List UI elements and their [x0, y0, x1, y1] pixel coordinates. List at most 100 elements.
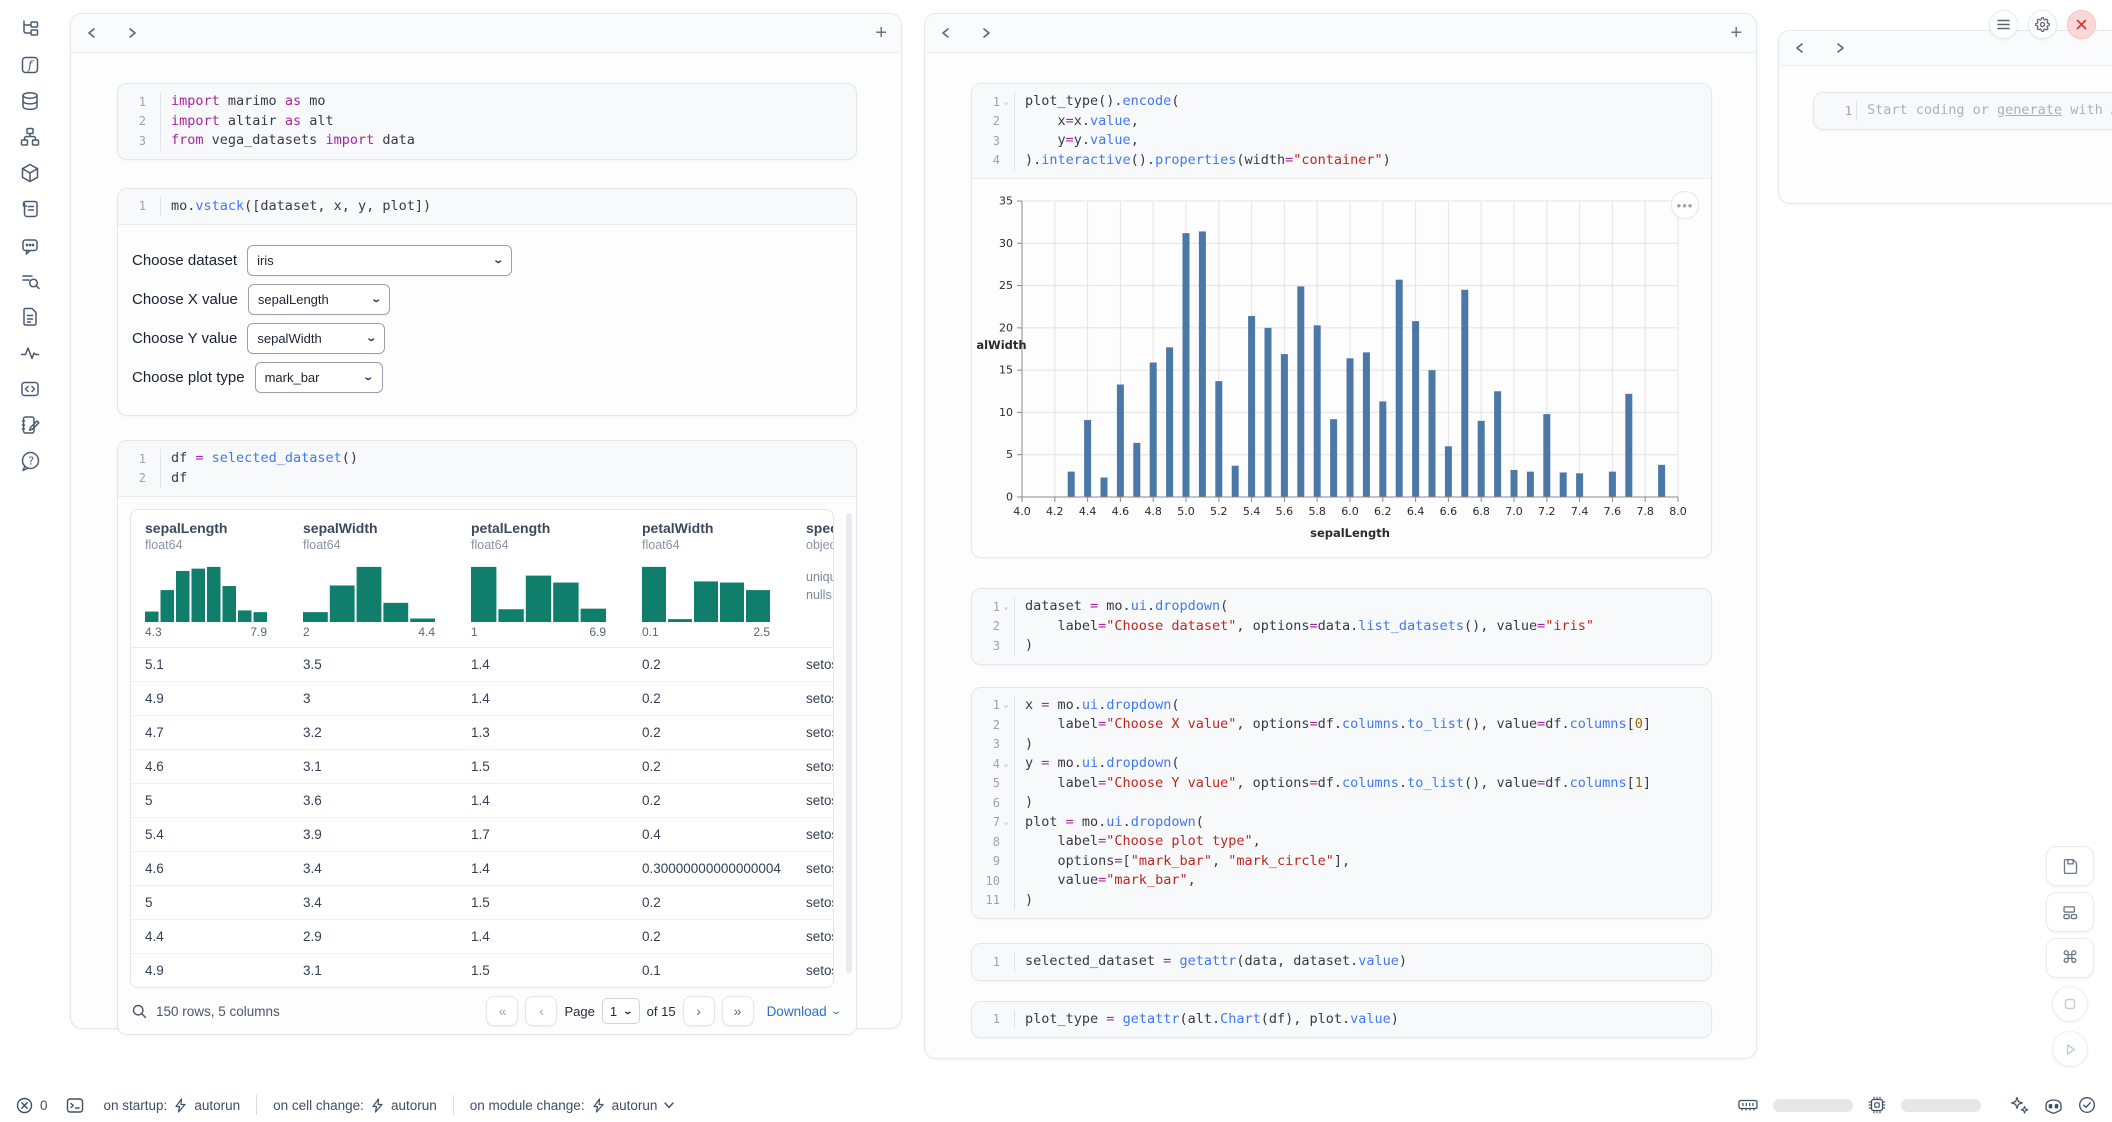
cell-dataset-dropdown[interactable]: 1⌄23dataset = mo.ui.dropdown( label="Cho… — [971, 588, 1712, 665]
column-header[interactable]: sepalWidthfloat6424.4 — [289, 510, 457, 647]
errors-indicator[interactable]: 0 — [16, 1097, 48, 1114]
first-page-button[interactable]: « — [486, 996, 518, 1026]
last-page-button[interactable]: » — [722, 996, 754, 1026]
svg-text:sepalWidth: sepalWidth — [976, 338, 1027, 352]
code-editor[interactable]: 1⌄23dataset = mo.ui.dropdown( label="Cho… — [972, 589, 1711, 664]
code-editor[interactable]: 1⌄234plot_type().encode( x=x.value, y=y.… — [972, 84, 1711, 178]
logs-icon[interactable] — [17, 196, 43, 222]
dropdown-select[interactable]: sepalLength⌄ — [248, 284, 390, 315]
add-column-button[interactable]: + — [1730, 23, 1742, 43]
table-row[interactable]: 4.63.41.40.30000000000000004setos — [131, 851, 833, 885]
cell-xy-plot-dropdowns[interactable]: 1⌄234⌄567⌄891011x = mo.ui.dropdown( labe… — [971, 687, 1712, 920]
column-header[interactable]: petalLengthfloat6416.9 — [457, 510, 628, 647]
column-header[interactable]: petalWidthfloat640.12.5 — [628, 510, 792, 647]
run-button[interactable] — [2052, 1031, 2088, 1067]
activity-sidebar: f ? — [0, 0, 62, 1088]
row-count-summary: 150 rows, 5 columns — [156, 1004, 280, 1019]
generate-with-ai-link[interactable]: generate — [1997, 102, 2062, 118]
svg-text:f: f — [27, 58, 35, 72]
table-row[interactable]: 4.73.21.30.2setos — [131, 715, 833, 749]
code-editor[interactable]: 12df = selected_dataset()df — [118, 441, 856, 496]
cell-selected-dataset[interactable]: 1selected_dataset = getattr(data, datase… — [971, 943, 1712, 981]
scroll-left-icon[interactable] — [85, 26, 99, 40]
download-button[interactable]: Download⌄ — [767, 1004, 840, 1019]
panel-2-header: + — [925, 14, 1756, 53]
ai-sparkles-icon[interactable] — [2010, 1096, 2029, 1115]
page-select[interactable]: 1⌄ — [602, 998, 640, 1024]
column-header[interactable]: sepalLengthfloat644.37.9 — [131, 510, 289, 647]
on-module-change-setting[interactable]: on module change: autorun — [470, 1098, 675, 1113]
functions-icon[interactable]: f — [17, 52, 43, 78]
cell-imports[interactable]: 123import marimo as moimport altair as a… — [117, 83, 857, 160]
on-cell-change-setting[interactable]: on cell change: autorun — [273, 1098, 437, 1113]
dependencies-icon[interactable] — [17, 124, 43, 150]
file-explorer-icon[interactable] — [17, 16, 43, 42]
cell-new-empty[interactable]: 1 Start coding or generate with AI — [1813, 92, 2112, 130]
cell-vstack[interactable]: 1mo.vstack([dataset, x, y, plot]) Choose… — [117, 188, 857, 417]
snippets-icon[interactable] — [17, 376, 43, 402]
copilot-icon[interactable] — [2044, 1097, 2063, 1114]
lightning-icon — [174, 1098, 187, 1113]
cell-plot[interactable]: 1⌄234plot_type().encode( x=x.value, y=y.… — [971, 83, 1712, 558]
dropdown-select[interactable]: iris⌄ — [247, 245, 512, 276]
ai-chat-icon[interactable] — [17, 232, 43, 258]
tracing-icon[interactable] — [17, 340, 43, 366]
add-column-button[interactable]: + — [875, 23, 887, 43]
scroll-right-icon[interactable] — [125, 26, 139, 40]
code-editor[interactable]: 1 Start coding or generate with AI — [1814, 93, 2112, 129]
code-editor[interactable]: 1selected_dataset = getattr(data, datase… — [972, 944, 1711, 980]
on-startup-setting[interactable]: on startup: autorun — [104, 1098, 241, 1113]
editor-placeholder[interactable]: Start coding or generate with AI — [1867, 101, 2112, 121]
table-cell: setos — [792, 895, 834, 910]
dropdown-label: Choose plot type — [132, 369, 245, 386]
table-row[interactable]: 53.41.50.2setos — [131, 885, 833, 919]
next-page-button[interactable]: › — [683, 996, 715, 1026]
table-row[interactable]: 4.42.91.40.2setos — [131, 919, 833, 953]
close-panel-icon[interactable] — [2067, 10, 2096, 39]
table-row[interactable]: 5.13.51.40.2setos — [131, 648, 833, 681]
packages-icon[interactable] — [17, 160, 43, 186]
table-row[interactable]: 53.61.40.2setos — [131, 783, 833, 817]
settings-gear-icon[interactable] — [2028, 10, 2057, 39]
table-scrollbar[interactable] — [846, 513, 852, 973]
menu-button[interactable] — [1989, 10, 2018, 39]
altair-bar-chart[interactable]: 051015202530354.04.24.44.64.85.05.25.45.… — [976, 187, 1690, 553]
table-cell: setos — [792, 793, 834, 808]
svg-text:4.2: 4.2 — [1046, 505, 1064, 518]
connection-status-icon[interactable] — [2078, 1096, 2096, 1114]
scratchpad-icon[interactable] — [17, 412, 43, 438]
save-button[interactable] — [2046, 846, 2094, 886]
table-cell: 0.2 — [628, 725, 792, 740]
scroll-right-icon[interactable] — [979, 26, 993, 40]
column-header[interactable]: speciobjecuniqunulls: — [792, 510, 834, 647]
search-icon[interactable] — [132, 1004, 147, 1019]
table-row[interactable]: 4.931.40.2setos — [131, 681, 833, 715]
scroll-left-icon[interactable] — [939, 26, 953, 40]
datasources-icon[interactable] — [17, 88, 43, 114]
table-row[interactable]: 4.93.11.50.1setos — [131, 953, 833, 987]
table-row[interactable]: 4.63.11.50.2setos — [131, 749, 833, 783]
code-editor[interactable]: 1mo.vstack([dataset, x, y, plot]) — [118, 189, 856, 225]
code-editor[interactable]: 1⌄234⌄567⌄891011x = mo.ui.dropdown( labe… — [972, 688, 1711, 919]
terminal-icon[interactable] — [66, 1097, 84, 1114]
scroll-right-icon[interactable] — [1833, 41, 1847, 55]
scroll-left-icon[interactable] — [1793, 41, 1807, 55]
shortcuts-button[interactable]: ⌘ — [2046, 938, 2094, 978]
help-icon[interactable]: ? — [17, 448, 43, 474]
svg-text:15: 15 — [999, 364, 1013, 377]
dropdown-select[interactable]: mark_bar⌄ — [255, 362, 383, 393]
code-editor[interactable]: 123import marimo as moimport altair as a… — [118, 84, 856, 159]
table-row[interactable]: 5.43.91.70.4setos — [131, 817, 833, 851]
column-histogram — [642, 564, 770, 622]
stop-button[interactable] — [2052, 986, 2088, 1022]
cell-dataframe[interactable]: 12df = selected_dataset()df sepalLengthf… — [117, 440, 857, 1035]
layout-toggle-button[interactable] — [2046, 892, 2094, 932]
cell-plot-type[interactable]: 1plot_type = getattr(alt.Chart(df), plot… — [971, 1001, 1712, 1039]
documentation-icon[interactable] — [17, 304, 43, 330]
code-editor[interactable]: 1plot_type = getattr(alt.Chart(df), plot… — [972, 1002, 1711, 1038]
table-of-contents-icon[interactable] — [17, 268, 43, 294]
svg-text:35: 35 — [999, 195, 1013, 208]
prev-page-button[interactable]: ‹ — [525, 996, 557, 1026]
chart-menu-icon[interactable]: ••• — [1671, 191, 1699, 219]
dropdown-select[interactable]: sepalWidth⌄ — [247, 323, 385, 354]
